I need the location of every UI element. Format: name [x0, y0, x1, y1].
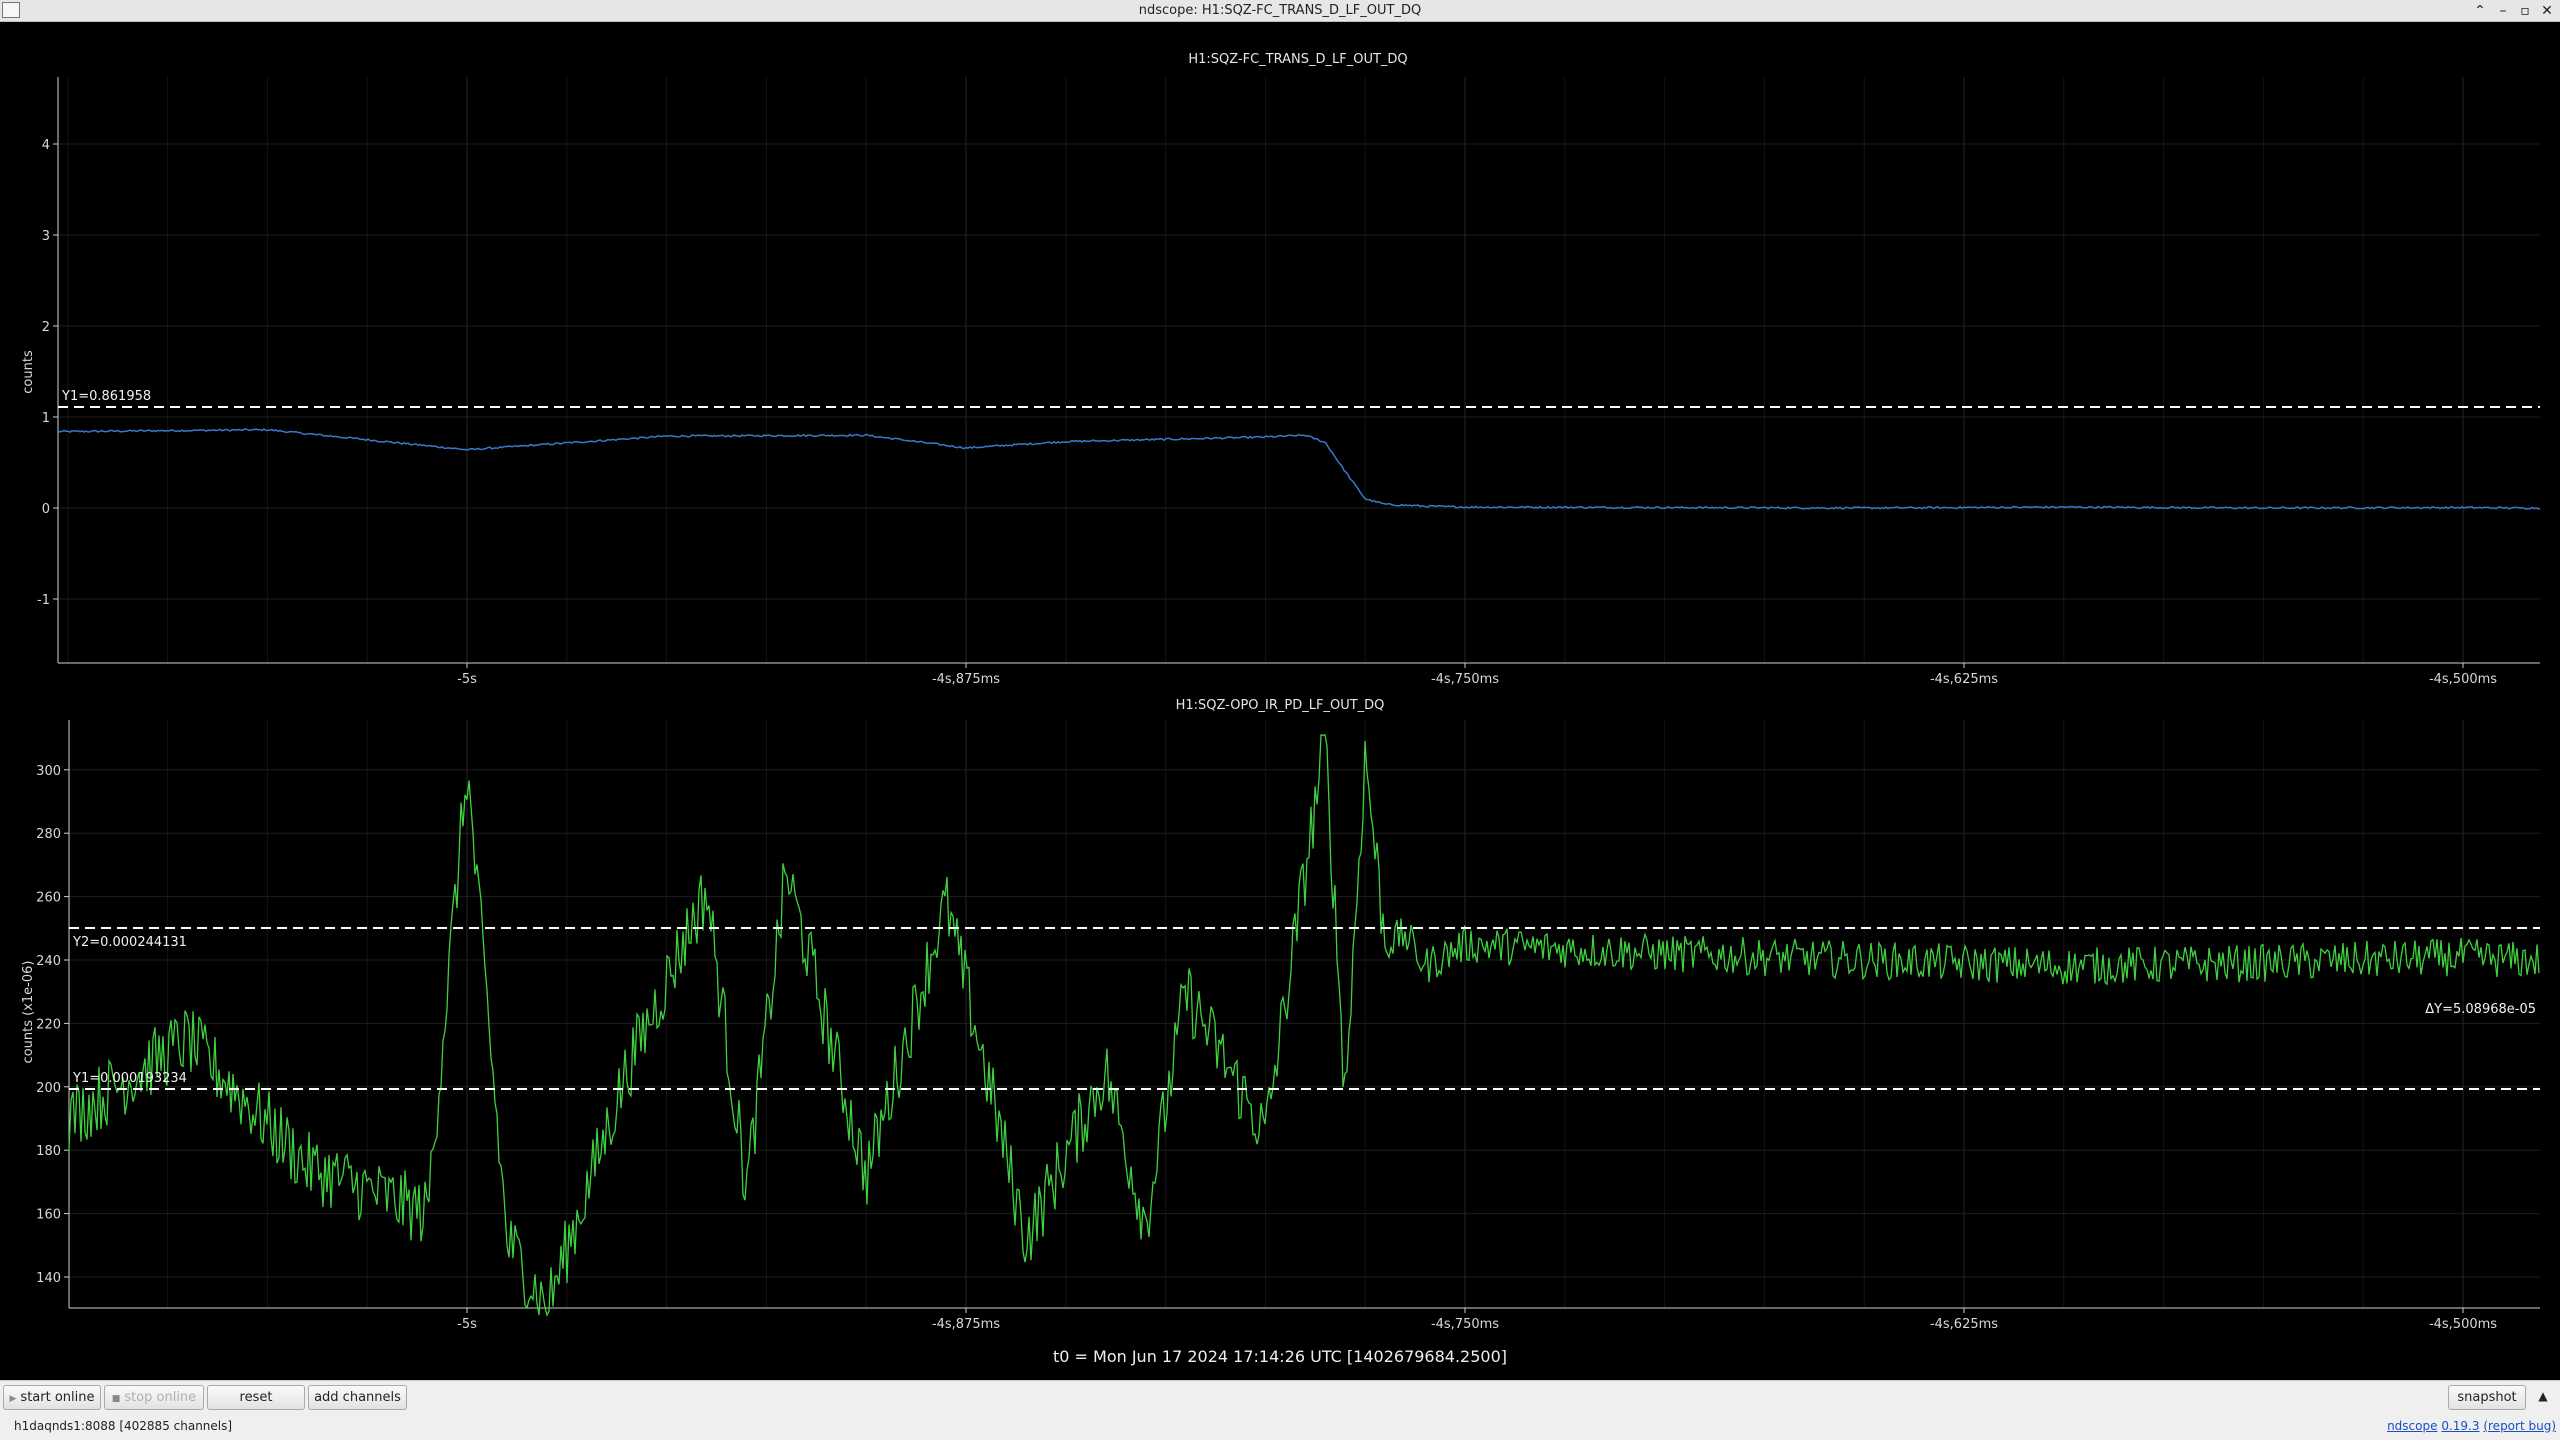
plot-2-y-ticks: 300 280 260 240 220 200 180 160 140 [36, 764, 69, 1286]
t0-label: t0 = Mon Jun 17 2024 17:14:26 UTC [14026… [1053, 1347, 1507, 1366]
plot-2[interactable]: H1:SQZ-OPO_IR_PD_LF_OUT_DQ 300 280 260 240 2… [21, 698, 2540, 1332]
plots-svg[interactable]: H1:SQZ-FC_TRANS_D_LF_OUT_DQ 43210-1 -5s -… [0, 22, 2560, 1380]
ndscope-link[interactable]: ndscope [2387, 1419, 2437, 1433]
plot-1-cursor-y1-label: Y1=0.861958 [61, 389, 151, 404]
plot-2-x-tick-label: -4s,625ms [1930, 1317, 1998, 1332]
plot-1-x-tick-label: -5s [457, 672, 477, 687]
chevron-up-icon[interactable]: ⌃ [2469, 1, 2491, 21]
window-title: ndscope: H1:SQZ-FC_TRANS_D_LF_OUT_DQ [1138, 3, 1422, 18]
plot-1-y-tick-label: 3 [42, 229, 50, 244]
plot-area[interactable]: H1:SQZ-FC_TRANS_D_LF_OUT_DQ 4 3 2 1 0 -1 -5s -… [0, 22, 2560, 1380]
plot-2-cursor-y2-label: Y2=0.000244131 [72, 935, 187, 950]
version-link[interactable]: 0.19.3 [2441, 1419, 2479, 1433]
plot-1-x-tick-label: -4s,750ms [1431, 672, 1499, 687]
minimize-button[interactable]: – [2492, 1, 2514, 21]
stop-icon: ■ [111, 1394, 121, 1404]
plot-1-y-tick-label: -1 [37, 593, 50, 608]
plot-1-y-ticks: 4 3 2 1 0 -1 [37, 138, 58, 608]
expand-up-icon[interactable]: ▲ [2529, 1385, 2557, 1410]
plot-1-title: H1:SQZ-FC_TRANS_D_LF_OUT_DQ [1188, 52, 1407, 67]
reset-button[interactable]: reset [207, 1385, 305, 1410]
plot-2-y-tick-label: 180 [36, 1144, 61, 1159]
maximize-button[interactable]: ▫ [2514, 1, 2536, 21]
play-icon: ▶ [9, 1394, 17, 1404]
plot-2-y-tick-label: 200 [36, 1081, 61, 1096]
plot-2-x-tick-label: -4s,500ms [2429, 1317, 2497, 1332]
report-bug-link[interactable]: (report bug) [2483, 1419, 2556, 1433]
plot-2-y-tick-label: 160 [36, 1208, 61, 1223]
start-online-button[interactable]: ▶ start online [3, 1385, 101, 1410]
start-online-label: start online [20, 1390, 95, 1405]
plot-1-x-tick-label: -4s,500ms [2429, 672, 2497, 687]
toolbar: ▶ start online ■ stop online reset add cha… [0, 1380, 2560, 1414]
plot-1-series-line [57, 428, 2541, 510]
plot-2-series-line [68, 734, 2540, 1317]
plot-1-grid [58, 77, 2540, 663]
close-button[interactable]: ✕ [2536, 1, 2558, 21]
version-info: ndscope 0.19.3 (report bug) [2387, 1419, 2556, 1433]
plot-2-cursor-y1-label: Y1=0.000193234 [72, 1071, 187, 1086]
plot-2-x-tick-label: -4s,750ms [1431, 1317, 1499, 1332]
plot-2-y-label: counts (x1e-06) [21, 961, 36, 1064]
plot-1-x-tick-label: -4s,625ms [1930, 672, 1998, 687]
plot-2-y-tick-label: 140 [36, 1271, 61, 1286]
plot-1-y-tick-label: 4 [42, 138, 50, 153]
plot-2-y-tick-label: 300 [36, 764, 61, 779]
server-status: h1daqnds1:8088 [402885 channels] [14, 1419, 233, 1433]
plot-1-y-tick-label: 2 [42, 320, 50, 335]
stop-online-label: stop online [124, 1390, 197, 1405]
plot-2-grid [69, 720, 2540, 1308]
plot-2-x-tick-label: -4s,875ms [932, 1317, 1000, 1332]
plot-2-cursor-delta-label: ΔY=5.08968e-05 [2425, 1002, 2536, 1017]
plot-1-y-tick-label: 1 [42, 411, 50, 426]
plot-1-x-tick-label: -4s,875ms [932, 672, 1000, 687]
plot-2-x-tick-label: -5s [457, 1317, 477, 1332]
stop-online-button[interactable]: ■ stop online [104, 1385, 204, 1410]
plot-1[interactable]: H1:SQZ-FC_TRANS_D_LF_OUT_DQ 43210-1 -5s -… [21, 52, 2541, 687]
plot-1-x-ticks: -5s -4s,875ms -4s,750ms -4s,625ms -4s,500ms [457, 663, 2497, 687]
plot-1-y-tick-label: 0 [42, 502, 50, 517]
plot-2-y-tick-label: 280 [36, 827, 61, 842]
plot-2-y-tick-label: 260 [36, 891, 61, 906]
plot-2-title: H1:SQZ-OPO_IR_PD_LF_OUT_DQ [1176, 698, 1385, 713]
plot-2-y-tick-label: 220 [36, 1017, 61, 1032]
status-bar: h1daqnds1:8088 [402885 channels] ndscope… [0, 1414, 2560, 1440]
plot-2-x-ticks: -5s -4s,875ms -4s,750ms -4s,625ms -4s,500ms [457, 1308, 2497, 1332]
add-channels-button[interactable]: add channels [308, 1385, 407, 1410]
plot-1-y-label: counts [21, 350, 36, 394]
snapshot-button[interactable]: snapshot [2448, 1385, 2526, 1410]
plot-2-y-tick-label: 240 [36, 954, 61, 969]
title-bar: ndscope: H1:SQZ-FC_TRANS_D_LF_OUT_DQ ⌃ –… [0, 0, 2560, 22]
